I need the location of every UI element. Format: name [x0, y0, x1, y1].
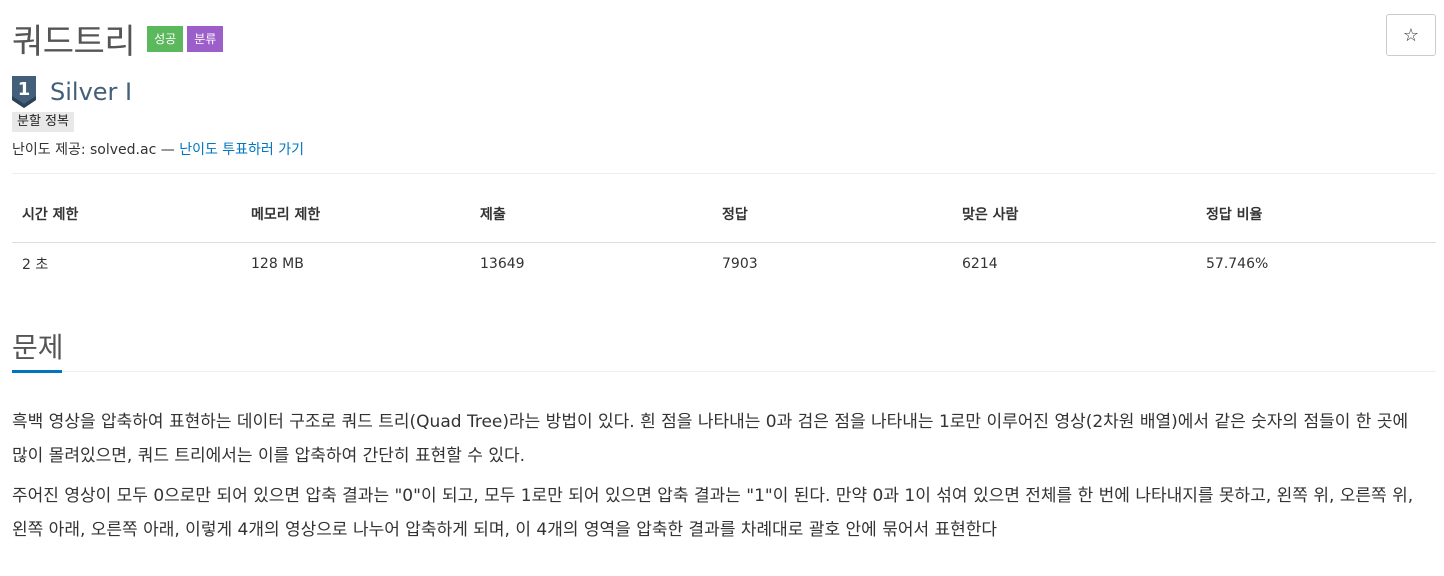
problem-title: 쿼드트리 — [12, 22, 136, 62]
table-header-row: 시간 제한 메모리 제한 제출 정답 맞은 사람 정답 비율 — [12, 198, 1436, 243]
vote-difficulty-link[interactable]: 난이도 투표하러 가기 — [179, 142, 304, 158]
problem-header: 쿼드트리 성공 분류 — [12, 14, 224, 63]
tier-info: 1 Silver I — [12, 76, 132, 108]
accepted-value[interactable]: 7903 — [712, 242, 952, 286]
star-icon: ☆ — [1402, 24, 1420, 46]
section-divider — [12, 371, 1436, 372]
algorithm-tag[interactable]: 분할 정복 — [12, 112, 74, 132]
header-submissions: 제출 — [470, 198, 712, 243]
problem-paragraph: 흑백 영상을 압축하여 표현하는 데이터 구조로 쿼드 트리(Quad Tree… — [12, 412, 1409, 466]
success-badge[interactable]: 성공 — [147, 25, 184, 52]
memory-limit-value: 128 MB — [251, 256, 304, 273]
accepted-ratio-value: 57.746% — [1206, 256, 1269, 273]
table-row: 2 초 128 MB 13649 7903 6214 57.746% — [12, 242, 1436, 286]
problem-paragraph: 주어진 영상이 모두 0으로만 되어 있으면 압축 결과는 "0"이 되고, 모… — [12, 486, 1414, 540]
favorite-star-button[interactable]: ☆ — [1386, 14, 1436, 56]
classified-badge[interactable]: 분류 — [187, 25, 224, 52]
tier-number: 1 — [18, 79, 31, 100]
header-solved-users: 맞은 사람 — [952, 198, 1196, 243]
time-limit-value: 2 초 — [22, 257, 49, 274]
header-memory-limit: 메모리 제한 — [241, 198, 470, 243]
problem-description: 흑백 영상을 압축하여 표현하는 데이터 구조로 쿼드 트리(Quad Tree… — [12, 405, 1436, 553]
header-time-limit: 시간 제한 — [12, 198, 241, 243]
divider — [12, 173, 1436, 174]
tier-name[interactable]: Silver I — [50, 78, 132, 106]
difficulty-info: 난이도 제공: solved.ac — 난이도 투표하러 가기 — [12, 139, 304, 159]
problem-info-table: 시간 제한 메모리 제한 제출 정답 맞은 사람 정답 비율 2 초 128 M… — [12, 198, 1436, 286]
section-heading-underline — [12, 370, 62, 373]
silver-tier-icon: 1 — [12, 76, 36, 108]
problem-section-heading: 문제 — [12, 331, 64, 364]
solved-users-value[interactable]: 6214 — [952, 242, 1196, 286]
difficulty-provider: 난이도 제공: solved.ac — — [12, 142, 180, 158]
submissions-value[interactable]: 13649 — [470, 242, 712, 286]
header-accepted: 정답 — [712, 198, 952, 243]
header-accepted-ratio: 정답 비율 — [1196, 198, 1436, 243]
